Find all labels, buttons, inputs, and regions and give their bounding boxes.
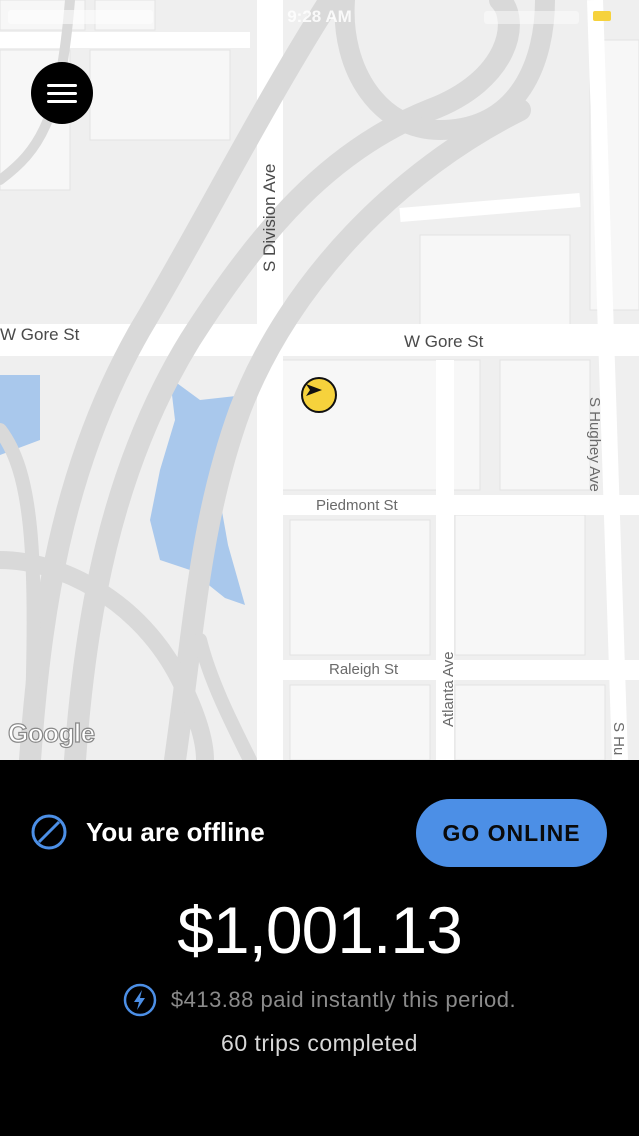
driver-location-marker — [301, 377, 337, 413]
driver-app: 9:28 AM W Gore St W Gore St S Division A… — [0, 0, 639, 1136]
earnings-amount[interactable]: $1,001.13 — [0, 892, 639, 968]
hamburger-menu-icon — [47, 84, 77, 87]
instant-pay-row: $413.88 paid instantly this period. — [0, 983, 639, 1017]
map-view[interactable]: 9:28 AM W Gore St W Gore St S Division A… — [0, 0, 639, 760]
trips-completed-text: 60 trips completed — [221, 1030, 418, 1056]
go-online-button[interactable]: GO ONLINE — [416, 799, 607, 867]
offline-icon — [31, 814, 67, 850]
hamburger-menu-icon-line — [47, 100, 77, 103]
street-label-w-gore-left: W Gore St — [0, 325, 80, 344]
street-label-s-hu: S Hu — [610, 722, 627, 756]
instant-pay-text: $413.88 paid instantly this period. — [170, 987, 517, 1012]
street-label-w-gore-right: W Gore St — [404, 332, 484, 351]
bottom-panel: You are offline GO ONLINE $1,001.13 $413… — [0, 760, 639, 1136]
street-label-atlanta: Atlanta Ave — [440, 651, 457, 727]
offline-status-text: You are offline — [86, 817, 265, 847]
battery-icon — [593, 11, 611, 21]
status-icons — [484, 11, 579, 24]
street-label-s-hughey: S Hughey Ave — [586, 397, 603, 492]
street-label-raleigh: Raleigh St — [329, 661, 399, 678]
street-label-piedmont: Piedmont St — [316, 497, 398, 514]
hamburger-menu-icon-line — [47, 92, 77, 95]
lightning-bolt-icon — [123, 983, 157, 1017]
street-label-s-division: S Division Ave — [260, 163, 279, 272]
status-bar: 9:28 AM — [0, 0, 639, 34]
navigation-arrow-icon — [306, 384, 322, 396]
google-attribution: Google — [7, 717, 95, 748]
menu-button[interactable] — [31, 62, 93, 124]
